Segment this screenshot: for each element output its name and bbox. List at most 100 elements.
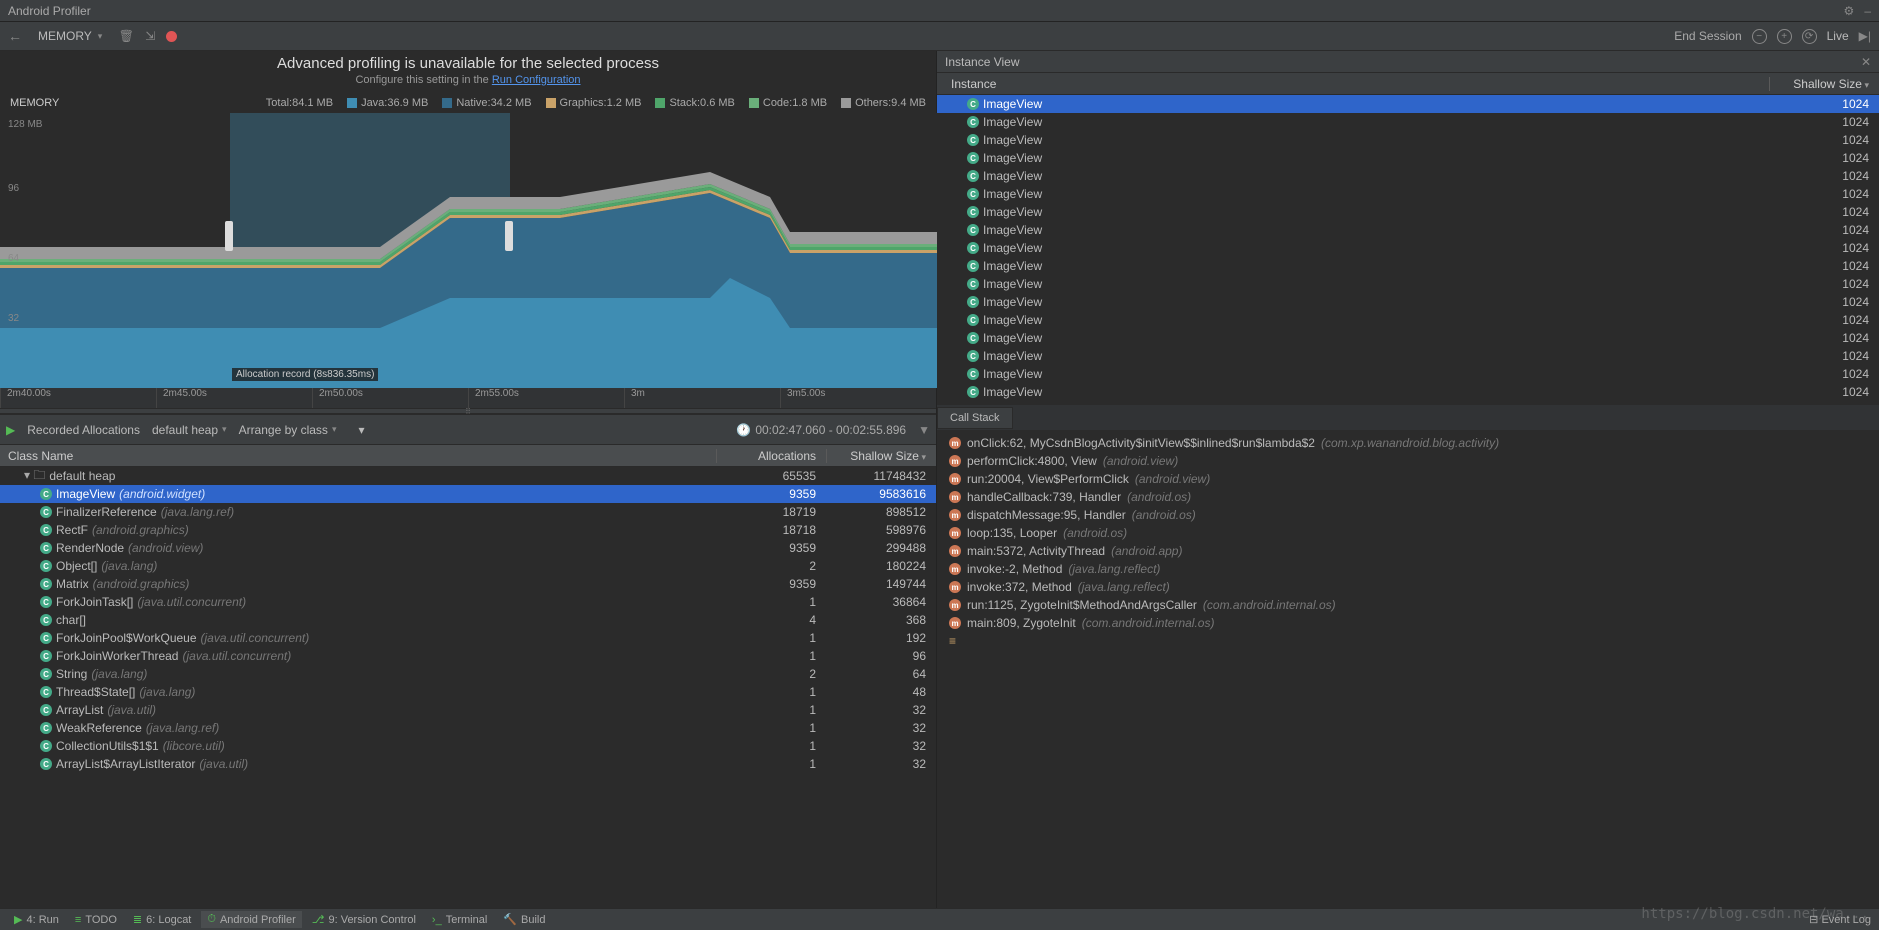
callstack-row[interactable]: mhandleCallback:739, Handler (android.os… bbox=[937, 488, 1879, 506]
filter-icon[interactable]: ▼ bbox=[918, 423, 930, 437]
gear-icon[interactable]: ⚙ bbox=[1844, 4, 1855, 18]
instance-row[interactable]: C ImageView1024 bbox=[937, 239, 1879, 257]
instance-size: 1024 bbox=[1769, 313, 1879, 327]
instance-size: 1024 bbox=[1769, 367, 1879, 381]
class-row[interactable]: C RectF (android.graphics)18718598976 bbox=[0, 521, 936, 539]
export-icon[interactable]: ⇲ bbox=[142, 29, 158, 43]
class-size: 192 bbox=[826, 631, 936, 645]
record-button[interactable] bbox=[166, 31, 177, 42]
instance-row[interactable]: C ImageView1024 bbox=[937, 257, 1879, 275]
class-row[interactable]: C String (java.lang)264 bbox=[0, 665, 936, 683]
callstack-row[interactable]: minvoke:372, Method (java.lang.reflect) bbox=[937, 578, 1879, 596]
instance-row[interactable]: C ImageView1024 bbox=[937, 185, 1879, 203]
instance-row[interactable]: C ImageView1024 bbox=[937, 149, 1879, 167]
instance-row[interactable]: C ImageView1024 bbox=[937, 365, 1879, 383]
col-allocations[interactable]: Allocations bbox=[716, 449, 826, 463]
heap-dropdown-label: default heap bbox=[152, 423, 218, 437]
instance-row[interactable]: C ImageView1024 bbox=[937, 113, 1879, 131]
instance-row[interactable]: C ImageView1024 bbox=[937, 203, 1879, 221]
back-button[interactable]: ← bbox=[8, 28, 22, 44]
class-row[interactable]: C Matrix (android.graphics)9359149744 bbox=[0, 575, 936, 593]
live-button[interactable]: Live bbox=[1827, 29, 1849, 43]
zoom-out-button[interactable]: − bbox=[1752, 29, 1767, 44]
class-row[interactable]: C Object[] (java.lang)2180224 bbox=[0, 557, 936, 575]
class-name: Object[] bbox=[56, 559, 97, 573]
instance-row[interactable]: C ImageView1024 bbox=[937, 383, 1879, 401]
class-row[interactable]: C WeakReference (java.lang.ref)132 bbox=[0, 719, 936, 737]
class-size: 64 bbox=[826, 667, 936, 681]
footer-tab[interactable]: 🔨Build bbox=[497, 911, 551, 928]
class-name: WeakReference bbox=[56, 721, 142, 735]
thread-row[interactable]: ≡ bbox=[937, 632, 1879, 650]
callstack-row[interactable]: minvoke:-2, Method (java.lang.reflect) bbox=[937, 560, 1879, 578]
col-shallow-size[interactable]: Shallow Size bbox=[826, 449, 936, 463]
class-row[interactable]: C FinalizerReference (java.lang.ref)1871… bbox=[0, 503, 936, 521]
arrange-dropdown[interactable]: Arrange by class▾ bbox=[239, 423, 337, 437]
minimize-icon[interactable]: – bbox=[1864, 4, 1871, 18]
instance-row[interactable]: C ImageView1024 bbox=[937, 275, 1879, 293]
callstack-tab[interactable]: Call Stack bbox=[937, 407, 1013, 429]
footer-tab[interactable]: ▶4: Run bbox=[8, 911, 65, 928]
memory-timeline-chart[interactable]: 128 MB 96 64 32 Allocation record (8s836… bbox=[0, 113, 936, 408]
class-row[interactable]: C ForkJoinPool$WorkQueue (java.util.conc… bbox=[0, 629, 936, 647]
selection-handle-right[interactable] bbox=[505, 221, 513, 251]
col-instance[interactable]: Instance bbox=[937, 77, 1769, 91]
expand-icon[interactable]: ▶ bbox=[6, 423, 15, 437]
zoom-in-button[interactable]: + bbox=[1777, 29, 1792, 44]
heap-row[interactable]: ▾ 🗀 default heap6553511748432 bbox=[0, 467, 936, 485]
profiler-dropdown[interactable]: MEMORY ▾ bbox=[30, 27, 110, 45]
instance-row[interactable]: C ImageView1024 bbox=[937, 329, 1879, 347]
callstack-row[interactable]: mmain:809, ZygoteInit (com.android.inter… bbox=[937, 614, 1879, 632]
instance-size: 1024 bbox=[1769, 205, 1879, 219]
callstack-row[interactable]: mmain:5372, ActivityThread (android.app) bbox=[937, 542, 1879, 560]
instance-row[interactable]: C ImageView1024 bbox=[937, 293, 1879, 311]
instance-row[interactable]: C ImageView1024 bbox=[937, 221, 1879, 239]
legend-label: Native:34.2 MB bbox=[456, 97, 531, 109]
class-row[interactable]: C RenderNode (android.view)9359299488 bbox=[0, 539, 936, 557]
class-row[interactable]: C char[] 4368 bbox=[0, 611, 936, 629]
reset-zoom-button[interactable]: ⟳ bbox=[1802, 29, 1817, 44]
class-row[interactable]: C ImageView (android.widget)93599583616 bbox=[0, 485, 936, 503]
class-row[interactable]: C ArrayList (java.util)132 bbox=[0, 701, 936, 719]
instance-row[interactable]: C ImageView1024 bbox=[937, 131, 1879, 149]
legend-item: Native:34.2 MB bbox=[442, 97, 531, 109]
heap-dropdown[interactable]: default heap▾ bbox=[152, 423, 227, 437]
class-size: 180224 bbox=[826, 559, 936, 573]
class-row[interactable]: C CollectionUtils$1$1 (libcore.util)132 bbox=[0, 737, 936, 755]
class-list[interactable]: ▾ 🗀 default heap6553511748432C ImageView… bbox=[0, 467, 936, 908]
end-session-button[interactable]: End Session bbox=[1674, 29, 1741, 43]
col-instance-shallow-size[interactable]: Shallow Size bbox=[1769, 77, 1879, 91]
close-icon[interactable]: ✕ bbox=[1861, 55, 1871, 69]
instance-row[interactable]: C ImageView1024 bbox=[937, 311, 1879, 329]
instance-row[interactable]: C ImageView1024 bbox=[937, 347, 1879, 365]
instance-row[interactable]: C ImageView1024 bbox=[937, 95, 1879, 113]
callstack-row[interactable]: mrun:1125, ZygoteInit$MethodAndArgsCalle… bbox=[937, 596, 1879, 614]
footer-tab[interactable]: ≣6: Logcat bbox=[127, 911, 197, 928]
instance-list[interactable]: C ImageView1024C ImageView1024C ImageVie… bbox=[937, 95, 1879, 405]
callstack-list[interactable]: monClick:62, MyCsdnBlogActivity$initView… bbox=[937, 430, 1879, 908]
class-row[interactable]: C ForkJoinTask[] (java.util.concurrent)1… bbox=[0, 593, 936, 611]
go-live-icon[interactable]: ▶| bbox=[1859, 29, 1871, 43]
class-row[interactable]: C ForkJoinWorkerThread (java.util.concur… bbox=[0, 647, 936, 665]
instance-row[interactable]: C ImageView1024 bbox=[937, 167, 1879, 185]
delete-icon[interactable]: 🗑 bbox=[118, 29, 134, 43]
run-config-link[interactable]: Run Configuration bbox=[492, 74, 581, 86]
callstack-row[interactable]: mperformClick:4800, View (android.view) bbox=[937, 452, 1879, 470]
callstack-row[interactable]: mloop:135, Looper (android.os) bbox=[937, 524, 1879, 542]
allocations-controls: ▶ Recorded Allocations default heap▾ Arr… bbox=[0, 414, 936, 445]
selection-handle-left[interactable] bbox=[225, 221, 233, 251]
instance-size: 1024 bbox=[1769, 385, 1879, 399]
class-row[interactable]: C Thread$State[] (java.lang)148 bbox=[0, 683, 936, 701]
footer-tab[interactable]: ⎇9: Version Control bbox=[306, 911, 422, 928]
class-size: 36864 bbox=[826, 595, 936, 609]
footer-tab[interactable]: ›_Terminal bbox=[426, 911, 493, 928]
col-class-name[interactable]: Class Name bbox=[0, 449, 716, 463]
callstack-row[interactable]: mdispatchMessage:95, Handler (android.os… bbox=[937, 506, 1879, 524]
footer-tab[interactable]: ≡TODO bbox=[69, 911, 123, 928]
footer-tab[interactable]: ⏱Android Profiler bbox=[201, 911, 301, 928]
chevron-down-icon[interactable]: ▾ bbox=[358, 423, 364, 437]
callstack-row[interactable]: mrun:20004, View$PerformClick (android.v… bbox=[937, 470, 1879, 488]
class-alloc: 9359 bbox=[716, 541, 826, 555]
class-row[interactable]: C ArrayList$ArrayListIterator (java.util… bbox=[0, 755, 936, 773]
callstack-row[interactable]: monClick:62, MyCsdnBlogActivity$initView… bbox=[937, 434, 1879, 452]
